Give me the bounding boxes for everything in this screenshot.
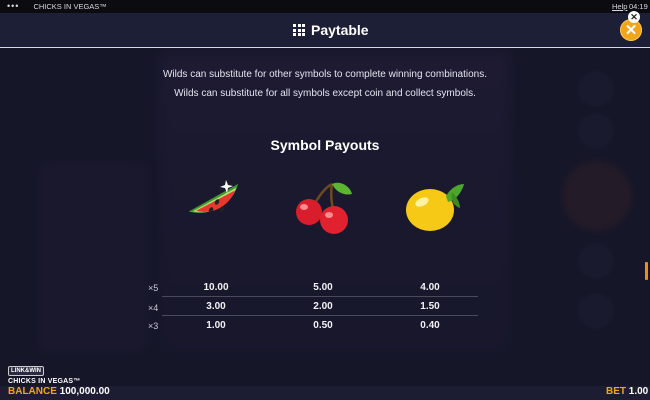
payout-cherries-x5: 5.00 — [313, 282, 333, 293]
game-title: CHICKS IN VEGAS™ — [33, 2, 107, 11]
row-divider — [162, 296, 478, 297]
paytable-header: Paytable — [0, 13, 650, 48]
lemon-icon — [406, 184, 464, 231]
balance-display: BALANCE 100,000.00 — [8, 386, 110, 397]
logo-game-name: CHICKS IN VEGAS™ — [8, 378, 81, 385]
payout-watermelon-x4: 3.00 — [206, 301, 226, 312]
title-group: Paytable — [293, 22, 369, 38]
payout-lemon-x5: 4.00 — [420, 282, 440, 293]
page-title: Paytable — [311, 22, 369, 38]
symbol-payouts-title: Symbol Payouts — [270, 137, 380, 153]
scroll-indicator[interactable] — [645, 262, 648, 280]
close-icon: ✕ — [624, 22, 638, 39]
balance-label: BALANCE — [8, 386, 57, 397]
bet-value: 1.00 — [628, 386, 649, 397]
multiplier-x5: ×5 — [148, 283, 159, 293]
cherries-icon — [296, 182, 352, 234]
payout-cherries-x4: 2.00 — [313, 301, 333, 312]
multiplier-x4: ×4 — [148, 303, 159, 313]
system-bar: ••• CHICKS IN VEGAS™ Help 04:19 — [0, 0, 650, 13]
link-win-badge: LINK&WIN — [8, 366, 44, 376]
payout-watermelon-x3: 1.00 — [206, 320, 226, 331]
rule-text-wild-1: Wilds can substitute for other symbols t… — [162, 69, 488, 80]
grid-icon — [293, 24, 305, 36]
bet-label: BET — [606, 386, 626, 397]
payout-lemon-x4: 1.50 — [420, 301, 440, 312]
game-logo: LINK&WIN CHICKS IN VEGAS™ — [8, 359, 80, 385]
payout-lemon-x3: 0.40 — [420, 320, 440, 331]
rule-text-wild-2: Wilds can substitute for all symbols exc… — [174, 88, 476, 99]
balance-value: 100,000.00 — [59, 386, 110, 397]
watermelon-icon — [188, 180, 239, 213]
menu-icon[interactable]: ••• — [7, 2, 19, 11]
bet-display[interactable]: BET 1.00 — [606, 386, 648, 397]
help-link[interactable]: Help — [612, 2, 627, 11]
payout-watermelon-x5: 10.00 — [203, 282, 229, 293]
multiplier-x3: ×3 — [148, 321, 159, 331]
payout-cherries-x3: 0.50 — [313, 320, 333, 331]
row-divider — [162, 315, 478, 316]
dismiss-icon[interactable]: ✕ — [628, 11, 640, 23]
clock: 04:19 — [629, 2, 648, 11]
